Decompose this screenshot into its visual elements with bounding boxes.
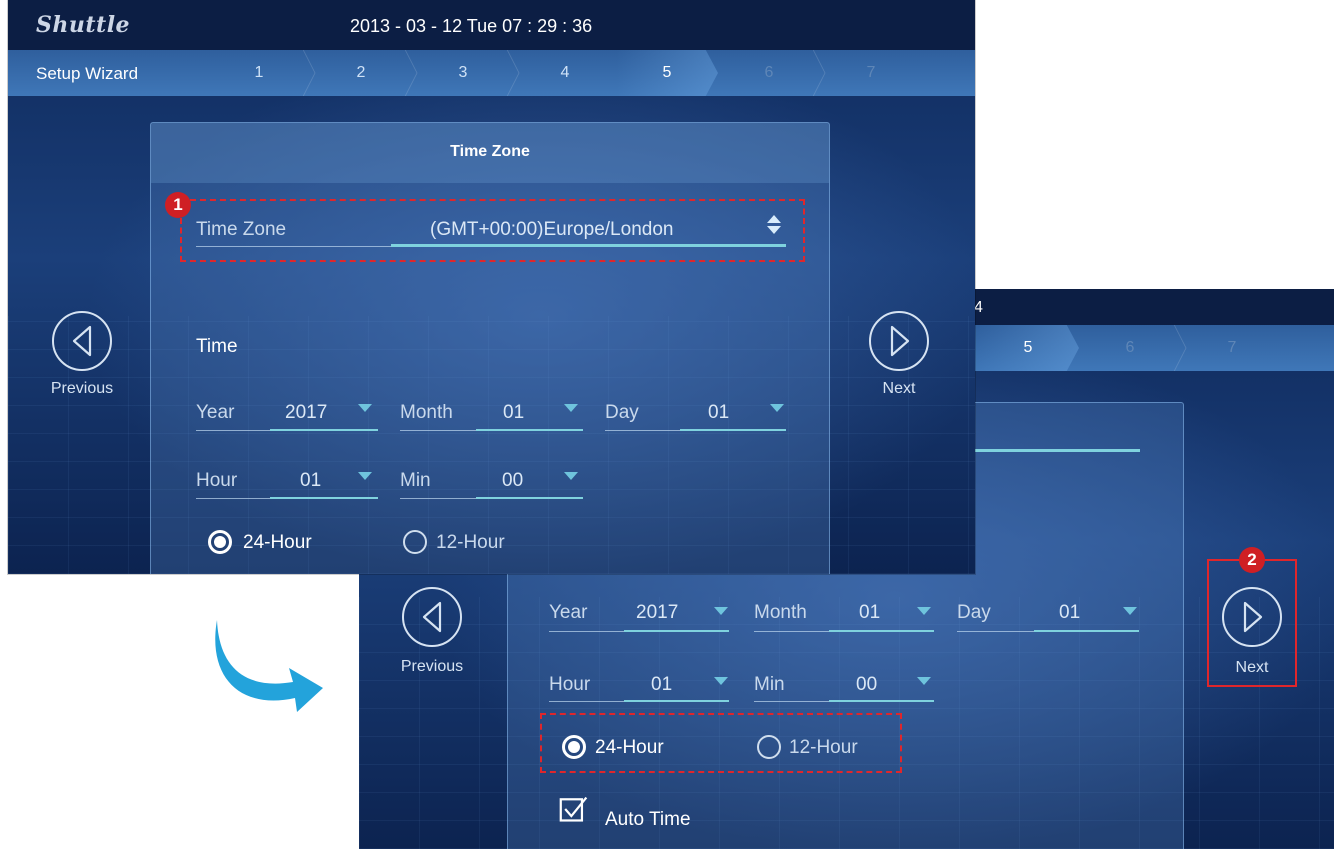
year-value[interactable]: 2017 <box>636 602 678 624</box>
top-bar: Shuttle 2013 - 03 - 12 Tue 07 : 29 : 36 <box>8 0 975 50</box>
dropdown-triangle-icon[interactable] <box>917 677 931 685</box>
step-1[interactable]: 1 <box>208 50 316 96</box>
dropdown-triangle-icon[interactable] <box>714 607 728 615</box>
dropdown-triangle-icon[interactable] <box>358 404 372 412</box>
step-5[interactable]: 5 <box>616 50 718 96</box>
min-label: Min <box>400 470 431 491</box>
step-4[interactable]: 4 <box>514 50 616 96</box>
min-label: Min <box>754 674 785 695</box>
month-label: Month <box>400 402 453 423</box>
dropdown-triangle-icon[interactable] <box>564 404 578 412</box>
month-label: Month <box>754 602 807 623</box>
wizard-steps: 5 6 7 <box>977 325 1283 371</box>
wizard-bar: Setup Wizard 1 2 3 4 5 6 7 <box>8 50 975 96</box>
previous-label: Previous <box>400 658 464 675</box>
wizard-title: Setup Wizard <box>36 64 139 83</box>
dropdown-triangle-icon[interactable] <box>714 677 728 685</box>
time-section-label: Time <box>196 336 238 357</box>
year-value[interactable]: 2017 <box>285 402 327 424</box>
hour-value[interactable]: 01 <box>651 674 672 696</box>
dropdown-triangle-icon[interactable] <box>770 404 784 412</box>
annotation-dashed-box-time-zone <box>180 199 805 262</box>
shuttle-logo: Shuttle <box>36 12 131 38</box>
chevron-left-circle-icon <box>72 325 92 357</box>
step-3[interactable]: 3 <box>412 50 520 96</box>
day-value[interactable]: 01 <box>1059 602 1080 624</box>
radio-24-hour[interactable] <box>208 530 232 554</box>
annotation-badge-2: 2 <box>1239 547 1265 573</box>
step-7[interactable]: 7 <box>820 50 922 96</box>
day-label: Day <box>605 402 639 423</box>
annotation-box-next <box>1207 559 1297 687</box>
chevron-right-circle-icon <box>890 325 910 357</box>
dropdown-triangle-icon[interactable] <box>1123 607 1137 615</box>
min-value[interactable]: 00 <box>856 674 877 696</box>
step-6[interactable]: 6 <box>718 50 826 96</box>
previous-label: Previous <box>50 380 114 397</box>
step-5[interactable]: 5 <box>977 325 1079 371</box>
annotation-badge-1: 1 <box>165 192 191 218</box>
clock-fragment: 4 <box>974 299 983 316</box>
step-6[interactable]: 6 <box>1079 325 1187 371</box>
day-label: Day <box>957 602 991 623</box>
step-2[interactable]: 2 <box>310 50 418 96</box>
previous-button[interactable] <box>52 311 112 371</box>
step-7[interactable]: 7 <box>1181 325 1283 371</box>
screenshot-step-1: Shuttle 2013 - 03 - 12 Tue 07 : 29 : 36 … <box>8 0 975 574</box>
wizard-steps: 1 2 3 4 5 6 7 <box>208 50 922 96</box>
label-24-hour: 24-Hour <box>243 532 312 553</box>
dropdown-triangle-icon[interactable] <box>917 607 931 615</box>
dropdown-triangle-icon[interactable] <box>564 472 578 480</box>
annotation-dashed-box-format <box>540 713 902 773</box>
month-value[interactable]: 01 <box>503 402 524 424</box>
label-12-hour: 12-Hour <box>436 532 505 553</box>
previous-button[interactable] <box>402 587 462 647</box>
hour-label: Hour <box>549 674 591 695</box>
checkbox-checked-icon[interactable] <box>559 794 589 824</box>
arrow-icon <box>215 620 323 712</box>
hour-value[interactable]: 01 <box>300 470 321 492</box>
hour-label: Hour <box>196 470 238 491</box>
month-value[interactable]: 01 <box>859 602 880 624</box>
next-button[interactable] <box>869 311 929 371</box>
day-value[interactable]: 01 <box>708 402 729 424</box>
time-zone-panel: Time Zone <box>150 122 830 574</box>
year-label: Year <box>196 402 235 423</box>
clock: 2013 - 03 - 12 Tue 07 : 29 : 36 <box>350 16 593 36</box>
min-value[interactable]: 00 <box>502 470 523 492</box>
panel-title: Time Zone <box>450 143 530 160</box>
auto-time-label: Auto Time <box>605 809 691 830</box>
year-label: Year <box>549 602 588 623</box>
next-label: Next <box>882 380 916 397</box>
instruction-figure: 4 5 6 7 Year 2017 Month 01 Day 01 Hour 0… <box>0 0 1334 849</box>
radio-12-hour[interactable] <box>403 530 427 554</box>
time-zone-select-line <box>958 449 1140 452</box>
chevron-left-circle-icon <box>422 601 442 633</box>
dropdown-triangle-icon[interactable] <box>358 472 372 480</box>
